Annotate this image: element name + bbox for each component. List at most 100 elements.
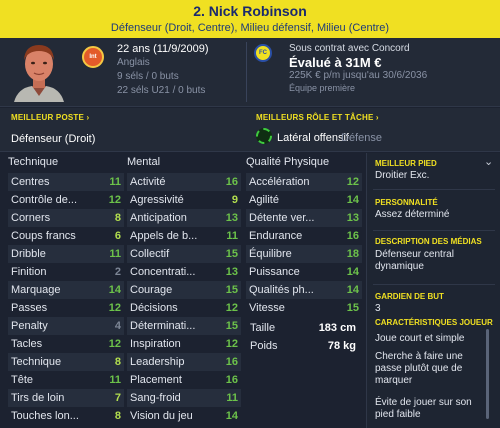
technical-attribute-row[interactable]: Dribble 11 [8, 245, 124, 263]
technical-attribute-row[interactable]: Tête 11 [8, 371, 124, 389]
player-trait: Joue court et simple [375, 333, 465, 344]
attribute-label: Agressivité [130, 194, 184, 206]
attribute-label: Touches lon... [11, 410, 79, 422]
mental-column-title: Mental [127, 156, 161, 168]
mental-attribute-row[interactable]: Vision du jeu 14 [127, 407, 241, 425]
technical-attribute-row[interactable]: Corners 8 [8, 209, 124, 227]
technical-attribute-row[interactable]: Coups francs 6 [8, 227, 124, 245]
mental-attribute-row[interactable]: Décisions 12 [127, 299, 241, 317]
best-role-heading[interactable]: MEILLEURS RÔLE ET TÂCHE › [256, 113, 379, 122]
attribute-value: 2 [114, 266, 121, 278]
technical-attribute-row[interactable]: Centres 11 [8, 173, 124, 191]
attribute-label: Concentrati... [130, 266, 196, 278]
physical-attribute-row[interactable]: Agilité 14 [246, 191, 362, 209]
player-name[interactable]: 2. Nick Robinson [0, 0, 500, 18]
mental-attribute-row[interactable]: Sang-froid 11 [127, 389, 241, 407]
attribute-label: Accélération [249, 176, 310, 188]
club-badge-icon[interactable]: Int [82, 46, 104, 68]
media-description-heading: DESCRIPTION DES MÉDIAS [375, 237, 482, 246]
attribute-value: 6 [114, 230, 121, 242]
technical-attribute-row[interactable]: Contrôle de... 12 [8, 191, 124, 209]
goalkeeper-rating: 3 [375, 303, 381, 314]
attribute-label: Centres [11, 176, 50, 188]
attribute-label: Placement [130, 374, 182, 386]
attribute-value: 15 [346, 302, 359, 314]
player-trait: Cherche à faire une passe plutôt que de … [375, 351, 463, 386]
player-nationality[interactable]: Anglais [117, 57, 150, 68]
physical-column-title: Qualité Physique [246, 156, 330, 168]
attribute-label: Tacles [11, 338, 43, 350]
media-description: Défenseur central dynamique [375, 249, 454, 272]
technical-attribute-row[interactable]: Passes 12 [8, 299, 124, 317]
attribute-label: Courage [130, 284, 173, 296]
attribute-label: Technique [11, 356, 62, 368]
attribute-value: 16 [346, 230, 359, 242]
technical-attribute-row[interactable]: Touches lon... 8 [8, 407, 124, 425]
technical-attribute-row[interactable]: Tacles 12 [8, 335, 124, 353]
physical-attribute-row[interactable]: Puissance 14 [246, 263, 362, 281]
best-position: Défenseur (Droit) [11, 133, 96, 145]
attribute-label: Vitesse [249, 302, 285, 314]
attribute-value: 13 [225, 212, 238, 224]
height-label: Taille [250, 322, 276, 334]
mental-attribute-row[interactable]: Leadership 16 [127, 353, 241, 371]
best-position-heading[interactable]: MEILLEUR POSTE › [11, 113, 89, 122]
attribute-value: 13 [346, 212, 359, 224]
physical-attribute-row[interactable]: Vitesse 15 [246, 299, 362, 317]
attribute-label: Corners [11, 212, 51, 224]
attribute-label: Activité [130, 176, 166, 188]
divider [373, 230, 495, 231]
technical-attribute-row[interactable]: Tirs de loin 7 [8, 389, 124, 407]
goalkeeper-heading: GARDIEN DE BUT [375, 292, 444, 301]
player-header: 2. Nick Robinson Défenseur (Droit, Centr… [0, 0, 500, 38]
attributes-panel: Technique Mental Qualité Physique Centre… [0, 153, 370, 428]
attribute-value: 14 [225, 410, 238, 422]
technical-attribute-row[interactable]: Marquage 14 [8, 281, 124, 299]
technical-attribute-row[interactable]: Penalty 4 [8, 317, 124, 335]
attribute-label: Puissance [249, 266, 300, 278]
player-value: Évalué à 31M € [289, 55, 382, 70]
attribute-label: Inspiration [130, 338, 181, 350]
mental-attribute-row[interactable]: Concentrati... 13 [127, 263, 241, 281]
player-team: Équipe première [289, 83, 356, 93]
mental-attribute-row[interactable]: Anticipation 13 [127, 209, 241, 227]
scrollbar[interactable] [486, 329, 489, 419]
physical-attribute-row[interactable]: Détente ver... 13 [246, 209, 362, 227]
personality: Assez déterminé [375, 209, 450, 220]
physical-attribute-row[interactable]: Qualités ph... 14 [246, 281, 362, 299]
attribute-label: Sang-froid [130, 392, 181, 404]
mental-attribute-row[interactable]: Activité 16 [127, 173, 241, 191]
weight-row: Poids 78 kg [244, 337, 362, 355]
contract-club-badge-icon[interactable]: FC [254, 44, 272, 62]
physical-attribute-row[interactable]: Accélération 12 [246, 173, 362, 191]
mental-attribute-row[interactable]: Inspiration 12 [127, 335, 241, 353]
contract-status[interactable]: Sous contrat avec Concord [289, 43, 410, 54]
player-photo [10, 40, 68, 102]
attribute-value: 14 [346, 284, 359, 296]
attribute-label: Leadership [130, 356, 185, 368]
physical-attribute-row[interactable]: Équilibre 18 [246, 245, 362, 263]
technical-attribute-row[interactable]: Finition 2 [8, 263, 124, 281]
technical-attribute-row[interactable]: Technique 8 [8, 353, 124, 371]
attribute-value: 7 [114, 392, 121, 404]
roles-panel: MEILLEUR POSTE › Défenseur (Droit) MEILL… [0, 108, 500, 152]
physical-attribute-row[interactable]: Endurance 16 [246, 227, 362, 245]
player-profile: 2. Nick Robinson Défenseur (Droit, Centr… [0, 0, 500, 428]
attribute-label: Dribble [11, 248, 46, 260]
mental-attribute-row[interactable]: Courage 15 [127, 281, 241, 299]
mental-attribute-row[interactable]: Placement 16 [127, 371, 241, 389]
chevron-down-icon[interactable]: ⌄ [484, 155, 493, 168]
divider [373, 189, 495, 190]
attribute-label: Penalty [11, 320, 48, 332]
attribute-label: Détente ver... [249, 212, 315, 224]
best-role: Latéral offensif [277, 132, 349, 144]
mental-attribute-row[interactable]: Appels de b... 11 [127, 227, 241, 245]
attribute-value: 12 [225, 302, 238, 314]
attribute-label: Finition [11, 266, 47, 278]
mental-attribute-row[interactable]: Agressivité 9 [127, 191, 241, 209]
attribute-value: 9 [231, 194, 238, 206]
player-trait: Évite de jouer sur son pied faible [375, 397, 472, 420]
mental-attribute-row[interactable]: Déterminati... 15 [127, 317, 241, 335]
attribute-value: 16 [225, 356, 238, 368]
mental-attribute-row[interactable]: Collectif 15 [127, 245, 241, 263]
